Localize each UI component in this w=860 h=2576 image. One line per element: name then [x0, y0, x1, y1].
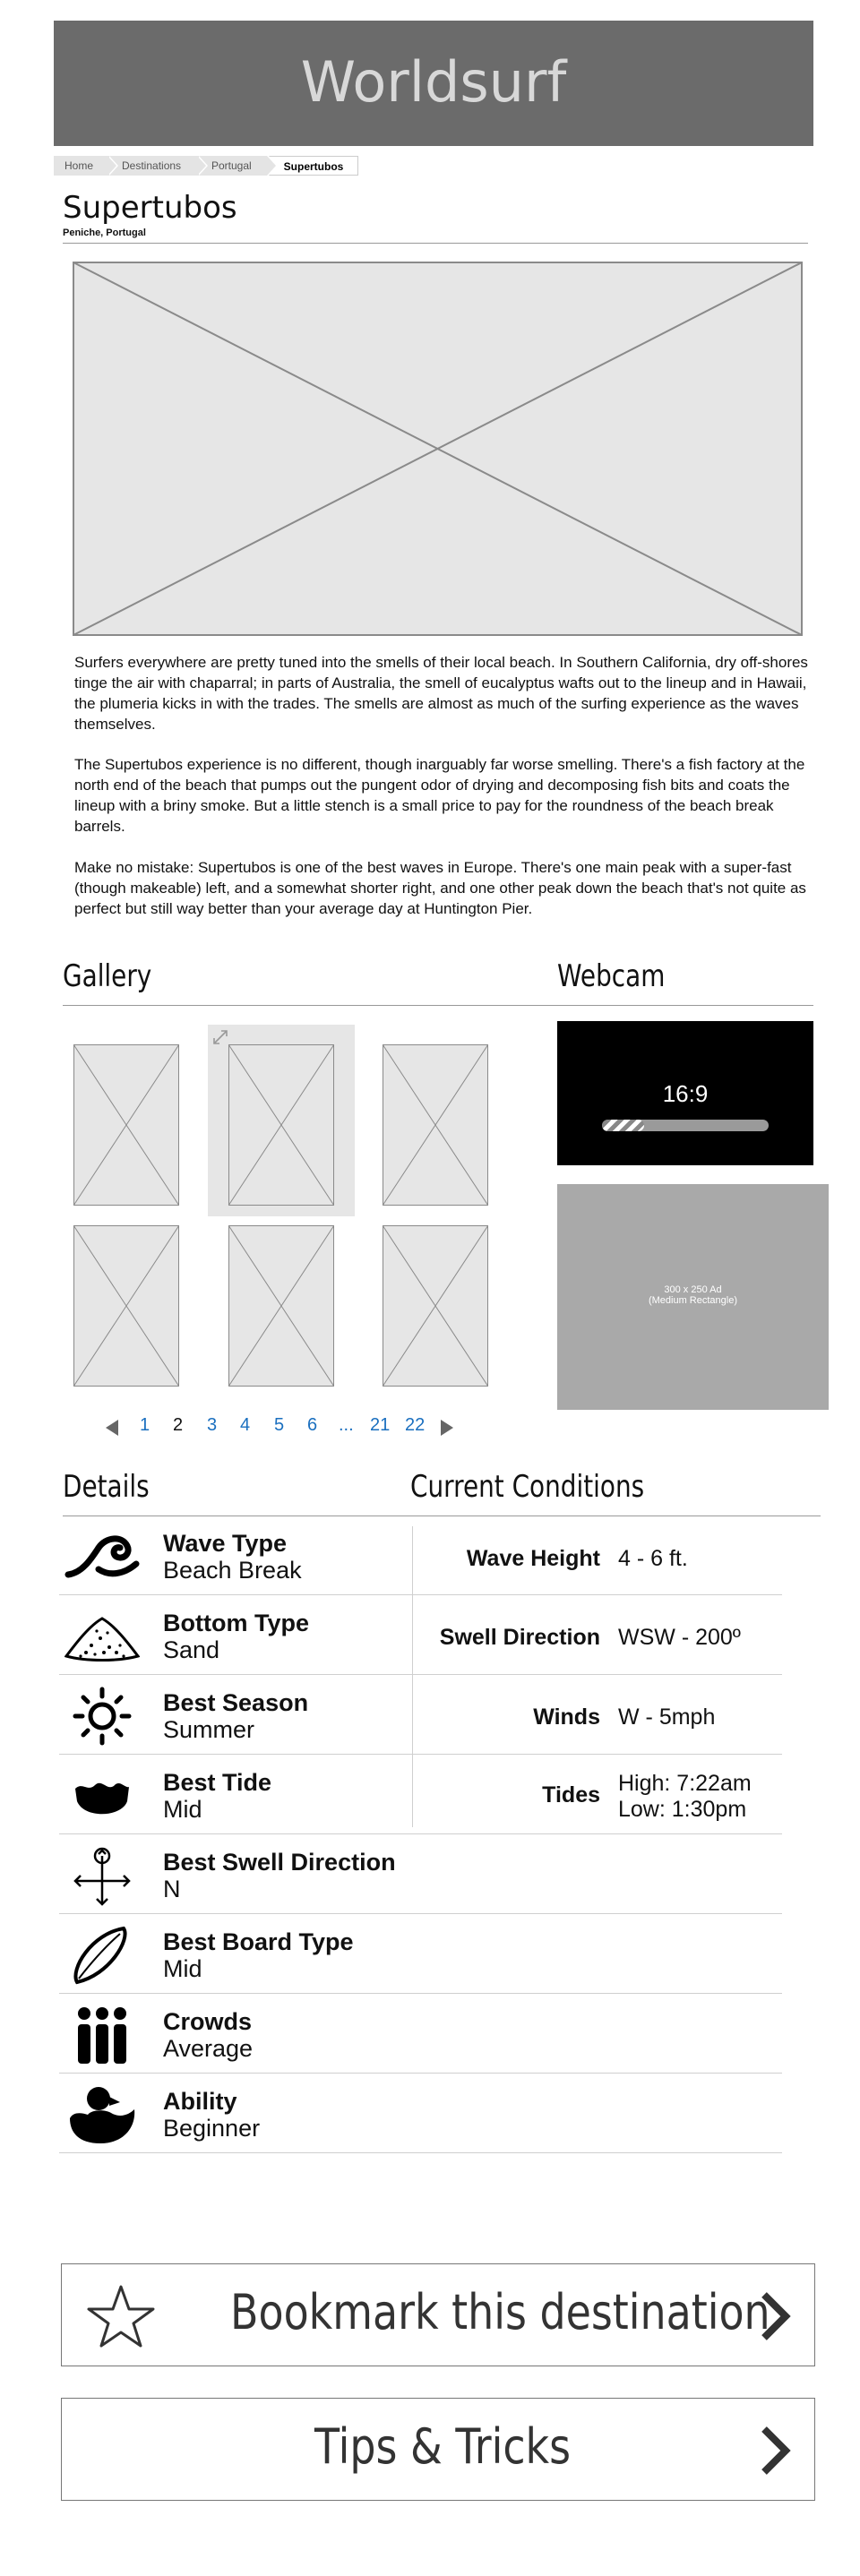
detail-label: Best Season	[163, 1689, 309, 1716]
site-header: Worldsurf	[54, 21, 813, 146]
webcam-heading: Webcam	[557, 958, 666, 994]
condition-label: Winds	[533, 1704, 600, 1730]
ad-placeholder[interactable]: 300 x 250 Ad (Medium Rectangle)	[557, 1184, 829, 1410]
sand-pile-icon	[64, 1617, 140, 1662]
ad-type-label: (Medium Rectangle)	[648, 1295, 738, 1306]
detail-label: Ability	[163, 2088, 237, 2115]
detail-value: Mid	[163, 1796, 202, 1823]
gallery-thumbnail[interactable]	[228, 1044, 334, 1206]
detail-label: Wave Type	[163, 1530, 288, 1557]
detail-value: N	[163, 1876, 181, 1902]
page-link[interactable]: 1	[140, 1415, 150, 1436]
page-link[interactable]: 21	[370, 1415, 390, 1436]
page-location: Peniche, Portugal	[63, 228, 146, 238]
detail-label: Best Swell Direction	[163, 1849, 396, 1876]
detail-label: Crowds	[163, 2008, 253, 2035]
condition-label: Tides	[542, 1782, 600, 1807]
condition-label: Wave Height	[466, 1546, 600, 1571]
gallery-thumbnail[interactable]	[73, 1225, 179, 1387]
gallery-thumbnail[interactable]	[73, 1044, 179, 1206]
gallery-thumbnail[interactable]	[383, 1044, 488, 1206]
bookmark-button[interactable]: Bookmark this destination	[61, 2263, 815, 2366]
bookmark-label: Bookmark this destination	[230, 2284, 770, 2340]
description-paragraph: Make no mistake: Supertubos is one of th…	[74, 859, 806, 917]
site-title[interactable]: Worldsurf	[54, 49, 813, 115]
description-paragraph: Surfers everywhere are pretty tuned into…	[74, 654, 808, 733]
video-aspect-label: 16:9	[662, 1080, 709, 1107]
page-title: Supertubos	[63, 190, 237, 226]
description-paragraph: The Supertubos experience is no differen…	[74, 756, 805, 835]
condition-value: W - 5mph	[618, 1704, 716, 1730]
detail-row: Crowds Average	[59, 1994, 782, 2074]
duck-icon	[70, 2087, 135, 2143]
detail-row: Ability Beginner	[59, 2074, 782, 2153]
page-link-current: 2	[173, 1415, 184, 1435]
condition-value: High: 7:22am	[618, 1771, 752, 1796]
breadcrumb-home[interactable]: Home	[54, 156, 118, 176]
detail-label: Best Tide	[163, 1769, 272, 1796]
conditions-heading: Current Conditions	[410, 1469, 645, 1505]
detail-value: Mid	[163, 1955, 202, 1982]
chevron-right-icon	[761, 2426, 791, 2475]
gallery-heading: Gallery	[63, 958, 152, 994]
chevron-right-icon	[761, 2292, 791, 2340]
compass-arrows-icon	[73, 1847, 131, 1906]
divider	[63, 243, 808, 244]
detail-value: Sand	[163, 1636, 220, 1663]
condition-value: Low: 1:30pm	[618, 1797, 747, 1822]
next-page-arrow-icon[interactable]	[441, 1420, 453, 1436]
gallery-thumbnail[interactable]	[383, 1225, 488, 1387]
tips-label: Tips & Tricks	[314, 2418, 572, 2475]
webcam-video-player[interactable]: 16:9	[557, 1021, 813, 1165]
star-icon	[87, 2285, 155, 2348]
expand-icon[interactable]	[211, 1028, 229, 1046]
page-link[interactable]: 6	[307, 1415, 317, 1436]
video-progress-bar[interactable]	[602, 1120, 769, 1131]
page-link[interactable]: 22	[405, 1415, 425, 1436]
crowd-icon	[78, 2007, 126, 2064]
ad-size-label: 300 x 250 Ad	[664, 1284, 722, 1295]
detail-row: Best Swell Direction N	[59, 1834, 782, 1914]
video-progress-fill	[602, 1120, 644, 1131]
breadcrumb-destinations[interactable]: Destinations	[106, 156, 208, 176]
detail-value: Summer	[163, 1716, 255, 1743]
surfboard-icon	[73, 1926, 127, 1985]
detail-row: Best Board Type Mid	[59, 1914, 782, 1994]
detail-label: Bottom Type	[163, 1610, 309, 1636]
page-ellipsis: ...	[339, 1415, 354, 1435]
condition-value: WSW - 200º	[618, 1625, 741, 1650]
page-link[interactable]: 5	[274, 1415, 284, 1436]
prev-page-arrow-icon[interactable]	[106, 1420, 118, 1436]
tide-bowl-icon	[75, 1782, 129, 1815]
sun-icon	[73, 1687, 132, 1746]
wave-icon	[64, 1535, 140, 1578]
page-link[interactable]: 3	[207, 1415, 217, 1436]
tips-button[interactable]: Tips & Tricks	[61, 2398, 815, 2501]
condition-value: 4 - 6 ft.	[618, 1546, 688, 1571]
condition-label: Swell Direction	[439, 1625, 600, 1650]
details-heading: Details	[63, 1469, 150, 1505]
gallery-thumbnail[interactable]	[228, 1225, 334, 1387]
detail-label: Best Board Type	[163, 1928, 354, 1955]
divider	[63, 1005, 813, 1006]
detail-value: Beach Break	[163, 1557, 302, 1584]
detail-value: Average	[163, 2035, 254, 2062]
hero-image-placeholder	[73, 262, 803, 636]
page-link[interactable]: 4	[240, 1415, 250, 1436]
breadcrumb-current: Supertubos	[269, 156, 358, 176]
conditions-panel: Wave Height 4 - 6 ft. Swell Direction WS…	[358, 1516, 788, 1834]
detail-value: Beginner	[163, 2115, 261, 2142]
